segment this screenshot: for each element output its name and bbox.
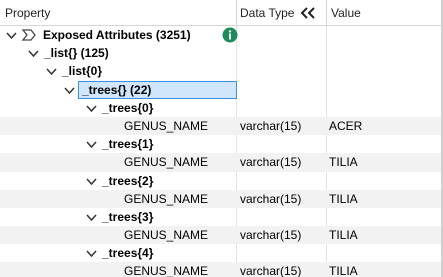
chevron-down-icon[interactable] — [64, 85, 75, 95]
tree-row-trees-item[interactable]: _trees{4} — [0, 244, 443, 262]
tree-row-list[interactable]: _list{} (125) — [0, 44, 443, 62]
tree-node-label: _trees{4} — [102, 246, 154, 261]
tree-row-list-0[interactable]: _list{0} — [0, 62, 443, 80]
attribute-row[interactable]: GENUS_NAME varchar(15) ACER — [0, 116, 443, 136]
tree-row-trees-selected[interactable]: _trees{} (22) — [0, 80, 443, 99]
attribute-data-type: varchar(15) — [240, 118, 302, 133]
attribute-value: ACER — [329, 118, 363, 133]
tree-row-trees-item[interactable]: _trees{0} — [0, 99, 443, 117]
column-divider[interactable] — [326, 0, 327, 26]
tree-view: Exposed Attributes (3251) _list{} (125) … — [0, 26, 443, 277]
attribute-row[interactable]: GENUS_NAME varchar(15) TILIA — [0, 226, 443, 245]
tree-node-label: _trees{2} — [102, 173, 154, 188]
double-chevron-left-icon[interactable] — [300, 6, 316, 20]
attribute-data-type: varchar(15) — [240, 155, 302, 170]
chevron-down-icon[interactable] — [28, 48, 39, 58]
attribute-name: GENUS_NAME — [124, 264, 209, 277]
chevron-down-icon[interactable] — [86, 212, 97, 222]
tree-node-label: Exposed Attributes (3251) — [43, 28, 191, 42]
tree-row-trees-item[interactable]: _trees{3} — [0, 208, 443, 226]
feature-type-icon — [21, 27, 37, 43]
attribute-value: TILIA — [329, 264, 358, 277]
attribute-name: GENUS_NAME — [124, 228, 209, 243]
attribute-value: TILIA — [329, 228, 358, 243]
attribute-row[interactable]: GENUS_NAME varchar(15) TILIA — [0, 153, 443, 172]
attribute-name: GENUS_NAME — [124, 191, 209, 206]
attribute-value: TILIA — [329, 155, 358, 170]
tree-node-label: _trees{3} — [102, 209, 154, 224]
attribute-value: TILIA — [329, 191, 358, 206]
chevron-down-icon[interactable] — [86, 176, 97, 186]
chevron-down-icon[interactable] — [6, 30, 17, 40]
data-type-column-header[interactable]: Data Type — [240, 0, 294, 26]
attribute-data-type: varchar(15) — [240, 264, 302, 277]
property-column-header[interactable]: Property — [5, 0, 50, 26]
value-column-header[interactable]: Value — [331, 0, 361, 26]
tree-row-root[interactable]: Exposed Attributes (3251) — [0, 26, 443, 44]
column-header: Property Data Type Value — [0, 0, 443, 26]
tree-row-trees-item[interactable]: _trees{2} — [0, 172, 443, 190]
tree-node-label: _trees{1} — [102, 137, 154, 152]
tree-node-label: _trees{0} — [102, 100, 154, 115]
tree-node-label: _list{0} — [62, 64, 103, 79]
tree-node-label: _trees{} (22) — [82, 82, 152, 97]
tree-node-label: _list{} (125) — [44, 46, 109, 61]
attribute-name: GENUS_NAME — [124, 155, 209, 170]
attribute-row[interactable]: GENUS_NAME varchar(15) TILIA — [0, 262, 443, 277]
chevron-down-icon[interactable] — [46, 66, 57, 76]
attribute-row[interactable]: GENUS_NAME varchar(15) TILIA — [0, 189, 443, 208]
attribute-data-type: varchar(15) — [240, 191, 302, 206]
chevron-down-icon[interactable] — [86, 103, 97, 113]
attribute-tree-panel: Property Data Type Value Exposed Attribu — [0, 0, 443, 277]
attribute-data-type: varchar(15) — [240, 228, 302, 243]
attribute-name: GENUS_NAME — [124, 118, 209, 133]
column-divider[interactable] — [236, 0, 237, 26]
chevron-down-icon[interactable] — [86, 139, 97, 149]
info-icon[interactable] — [222, 27, 238, 43]
tree-row-trees-item[interactable]: _trees{1} — [0, 135, 443, 153]
chevron-down-icon[interactable] — [86, 248, 97, 258]
